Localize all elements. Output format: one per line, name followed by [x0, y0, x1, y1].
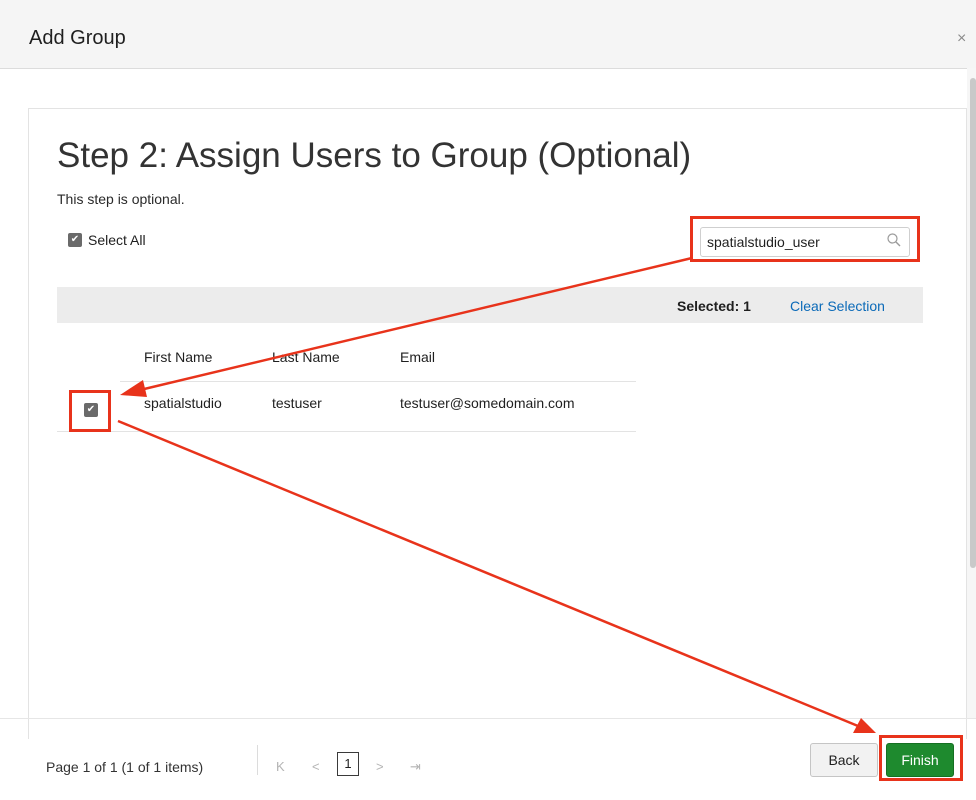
- first-page-button[interactable]: K: [276, 759, 285, 774]
- search-input[interactable]: [707, 231, 877, 253]
- pager-separator: [257, 745, 258, 775]
- dialog-header: Add Group ×: [0, 0, 976, 69]
- scrollbar-thumb[interactable]: [970, 78, 976, 568]
- dialog-title: Add Group: [29, 27, 126, 49]
- close-icon[interactable]: ×: [957, 30, 966, 48]
- search-icon[interactable]: [886, 232, 902, 248]
- prev-page-button[interactable]: <: [312, 759, 320, 774]
- checkmark-icon: ✔: [68, 233, 82, 247]
- header-divider: [120, 381, 636, 382]
- page-info: Page 1 of 1 (1 of 1 items): [46, 759, 204, 775]
- select-all-checkbox[interactable]: ✔ Select All: [68, 232, 146, 248]
- current-page-button[interactable]: 1: [337, 752, 359, 776]
- add-group-dialog: Add Group × Step 2: Assign Users to Grou…: [0, 0, 976, 800]
- next-page-button[interactable]: >: [376, 759, 384, 774]
- column-header-first-name[interactable]: First Name: [144, 349, 212, 365]
- cell-last-name: testuser: [272, 395, 322, 411]
- selection-bar: Selected: 1 Clear Selection: [57, 287, 923, 323]
- step-title: Step 2: Assign Users to Group (Optional): [57, 136, 692, 175]
- row-checkbox[interactable]: ✔: [84, 403, 98, 417]
- selected-count: Selected: 1: [677, 298, 751, 314]
- cell-email: testuser@somedomain.com: [400, 395, 575, 411]
- select-all-label: Select All: [88, 232, 146, 248]
- clear-selection-link[interactable]: Clear Selection: [790, 298, 885, 314]
- back-button[interactable]: Back: [810, 743, 878, 777]
- finish-button[interactable]: Finish: [886, 743, 954, 777]
- footer-divider: [0, 718, 976, 719]
- row-divider: [57, 431, 636, 432]
- cell-first-name: spatialstudio: [144, 395, 222, 411]
- step-subtitle: This step is optional.: [57, 191, 185, 207]
- column-header-last-name[interactable]: Last Name: [272, 349, 340, 365]
- column-header-email[interactable]: Email: [400, 349, 435, 365]
- search-box[interactable]: [700, 227, 910, 257]
- last-page-button[interactable]: ⇥: [410, 759, 421, 775]
